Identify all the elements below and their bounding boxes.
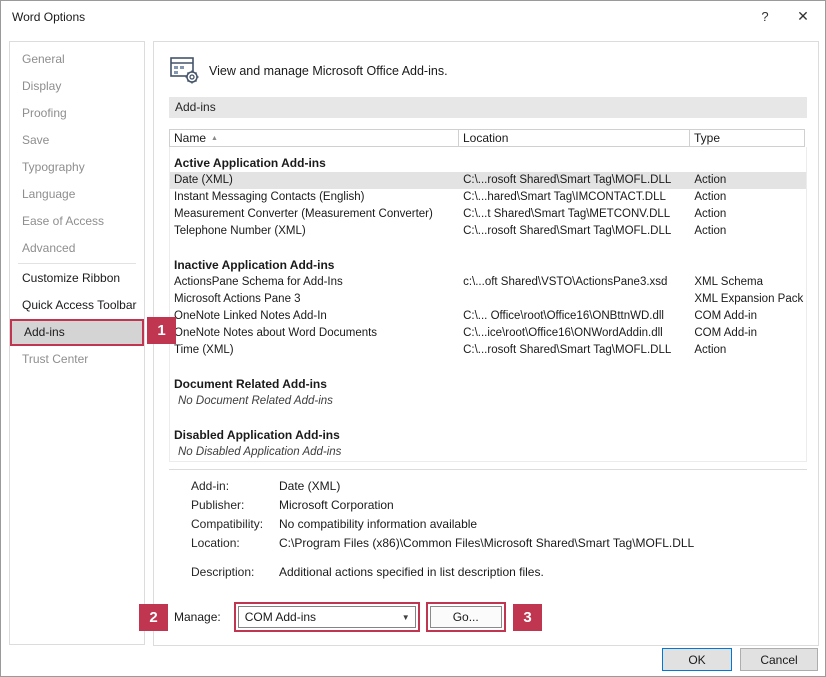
addin-name: Microsoft Actions Pane 3 — [170, 291, 459, 308]
sidebar-divider — [18, 263, 136, 264]
title-bar: Word Options — [1, 1, 825, 32]
table-spacer-row — [170, 410, 806, 427]
add-ins-table: Name ▲ Location Type Active Application … — [169, 129, 807, 462]
page-description: View and manage Microsoft Office Add-ins… — [209, 64, 448, 78]
table-group-header: Active Application Add-ins — [170, 155, 806, 172]
page-header: View and manage Microsoft Office Add-ins… — [169, 54, 807, 88]
addin-location: C:\...ice\root\Office16\ONWordAddin.dll — [459, 325, 690, 342]
column-header-name[interactable]: Name ▲ — [169, 129, 459, 147]
sidebar: General Display Proofing Save Typography… — [9, 41, 145, 645]
sidebar-item-general[interactable]: General — [10, 46, 144, 73]
addin-location: C:\...hared\Smart Tag\IMCONTACT.DLL — [459, 189, 690, 206]
table-spacer-row — [170, 359, 806, 376]
addin-location: c:\...oft Shared\VSTO\ActionsPane3.xsd — [459, 274, 690, 291]
addin-location: C:\... Office\root\Office16\ONBttnWD.dll — [459, 308, 690, 325]
detail-row-description: Description: Additional actions specifie… — [191, 565, 807, 579]
addin-location: C:\...rosoft Shared\Smart Tag\MOFL.DLL — [459, 172, 690, 189]
addin-type: Action — [690, 189, 806, 206]
column-header-type[interactable]: Type — [689, 129, 805, 147]
table-row[interactable]: Telephone Number (XML) C:\...rosoft Shar… — [170, 223, 806, 240]
addin-name: Telephone Number (XML) — [170, 223, 459, 240]
detail-row-location: Location: C:\Program Files (x86)\Common … — [191, 536, 807, 550]
addin-name: OneNote Linked Notes Add-In — [170, 308, 459, 325]
addin-type: COM Add-in — [690, 308, 806, 325]
sidebar-item-display[interactable]: Display — [10, 73, 144, 100]
go-button[interactable]: Go... — [430, 606, 502, 628]
table-row[interactable]: OneNote Linked Notes Add-In C:\... Offic… — [170, 308, 806, 325]
sort-ascending-icon: ▲ — [211, 135, 218, 142]
annotation-badge-3: 3 — [513, 604, 542, 631]
table-empty-note: No Disabled Application Add-ins — [170, 444, 806, 461]
table-header-row: Name ▲ Location Type — [169, 129, 807, 147]
section-header: Add-ins — [169, 97, 807, 118]
detail-row-publisher: Publisher: Microsoft Corporation — [191, 498, 807, 512]
sidebar-item-ease-of-access[interactable]: Ease of Access — [10, 208, 144, 235]
table-group-header: Document Related Add-ins — [170, 376, 806, 393]
sidebar-item-quick-access-toolbar[interactable]: Quick Access Toolbar — [10, 292, 144, 319]
addin-name: Date (XML) — [170, 172, 459, 189]
table-row[interactable]: ActionsPane Schema for Add-Ins c:\...oft… — [170, 274, 806, 291]
manage-label: Manage: — [174, 610, 221, 624]
help-icon[interactable]: ? — [749, 1, 781, 32]
addin-location: C:\...t Shared\Smart Tag\METCONV.DLL — [459, 206, 690, 223]
ok-button[interactable]: OK — [662, 648, 732, 671]
manage-dropdown[interactable]: COM Add-ins ▼ — [238, 606, 416, 628]
addin-type: XML Expansion Pack — [690, 291, 806, 308]
addin-name: Instant Messaging Contacts (English) — [170, 189, 459, 206]
table-group-header: Inactive Application Add-ins — [170, 257, 806, 274]
sidebar-item-typography[interactable]: Typography — [10, 154, 144, 181]
annotation-box-go: Go... — [426, 602, 506, 632]
sidebar-item-proofing[interactable]: Proofing — [10, 100, 144, 127]
addin-type: Action — [690, 206, 806, 223]
chevron-down-icon: ▼ — [397, 613, 415, 622]
close-icon[interactable]: ✕ — [787, 1, 819, 32]
detail-row-addin: Add-in: Date (XML) — [191, 479, 807, 493]
table-row[interactable]: Time (XML) C:\...rosoft Shared\Smart Tag… — [170, 342, 806, 359]
detail-row-compatibility: Compatibility: No compatibility informat… — [191, 517, 807, 531]
addin-type: Action — [690, 342, 806, 359]
addin-name: ActionsPane Schema for Add-Ins — [170, 274, 459, 291]
addin-location: C:\...rosoft Shared\Smart Tag\MOFL.DLL — [459, 223, 690, 240]
table-spacer-row — [170, 240, 806, 257]
table-row[interactable]: Instant Messaging Contacts (English) C:\… — [170, 189, 806, 206]
sidebar-item-save[interactable]: Save — [10, 127, 144, 154]
main-pane: View and manage Microsoft Office Add-ins… — [153, 41, 819, 646]
sidebar-item-trust-center[interactable]: Trust Center — [10, 346, 144, 373]
addin-type: Action — [690, 223, 806, 240]
table-row[interactable]: Microsoft Actions Pane 3 XML Expansion P… — [170, 291, 806, 308]
addin-name: Time (XML) — [170, 342, 459, 359]
addin-location — [459, 291, 690, 308]
annotation-badge-2: 2 — [139, 604, 168, 631]
table-row[interactable]: Measurement Converter (Measurement Conve… — [170, 206, 806, 223]
table-row[interactable]: Date (XML) C:\...rosoft Shared\Smart Tag… — [170, 172, 806, 189]
addin-type: Action — [690, 172, 806, 189]
sidebar-item-advanced[interactable]: Advanced — [10, 235, 144, 262]
table-empty-note: No Document Related Add-ins — [170, 393, 806, 410]
addin-name: Measurement Converter (Measurement Conve… — [170, 206, 459, 223]
annotation-badge-1: 1 — [147, 317, 176, 344]
annotation-box-dropdown: COM Add-ins ▼ — [234, 602, 420, 632]
add-ins-icon — [169, 55, 199, 88]
addin-location: C:\...rosoft Shared\Smart Tag\MOFL.DLL — [459, 342, 690, 359]
sidebar-item-language[interactable]: Language — [10, 181, 144, 208]
manage-dropdown-value: COM Add-ins — [239, 610, 397, 624]
manage-row: Manage: COM Add-ins ▼ Go... — [174, 602, 506, 632]
addin-details: Add-in: Date (XML) Publisher: Microsoft … — [169, 469, 807, 579]
sidebar-item-add-ins[interactable]: Add-ins — [10, 319, 144, 346]
table-row[interactable]: OneNote Notes about Word Documents C:\..… — [170, 325, 806, 342]
addin-type: COM Add-in — [690, 325, 806, 342]
sidebar-item-customize-ribbon[interactable]: Customize Ribbon — [10, 265, 144, 292]
window-title: Word Options — [12, 10, 85, 24]
word-options-dialog: Word Options ? ✕ General Display Proofin… — [0, 0, 826, 677]
addin-type: XML Schema — [690, 274, 806, 291]
column-header-location[interactable]: Location — [458, 129, 690, 147]
table-group-header: Disabled Application Add-ins — [170, 427, 806, 444]
cancel-button[interactable]: Cancel — [740, 648, 818, 671]
addin-name: OneNote Notes about Word Documents — [170, 325, 459, 342]
table-body: Active Application Add-ins Date (XML) C:… — [169, 147, 807, 462]
